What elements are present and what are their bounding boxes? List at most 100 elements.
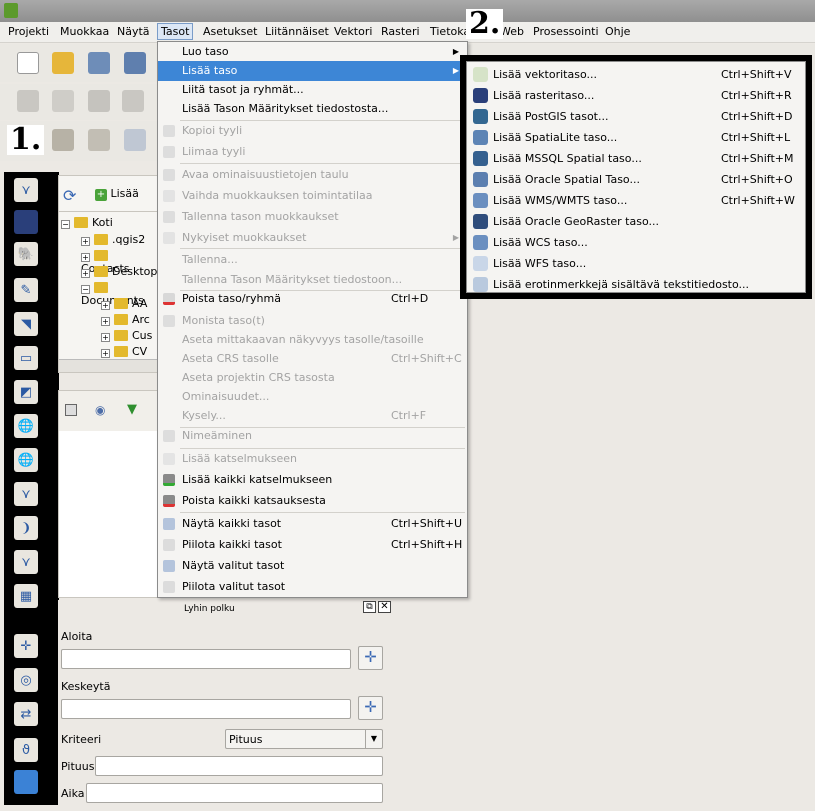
open-project-icon[interactable] xyxy=(52,52,74,74)
menu-item-lisaa-maaritykset[interactable]: Lisää Tason Määritykset tiedostosta... xyxy=(158,99,467,119)
tree-item[interactable]: + CV xyxy=(101,345,147,358)
save-as-icon[interactable] xyxy=(124,52,146,74)
layer-tools2-icon[interactable] xyxy=(88,129,110,151)
menu-item-vaihda-muokkaus[interactable]: Vaihda muokkauksen toimintatilaa xyxy=(158,186,467,206)
add-raster-layer-icon[interactable] xyxy=(14,210,38,234)
submenu-item-wms[interactable]: Lisää WMS/WMTS taso... Ctrl+Shift+W xyxy=(467,190,805,211)
filter-icon[interactable]: ▼ xyxy=(127,402,137,417)
tree-item[interactable]: + Arc xyxy=(101,313,150,326)
add-spatialite-layer-icon[interactable]: ✎ xyxy=(14,278,38,302)
add-button[interactable]: + Lisää xyxy=(95,187,139,201)
menu-item-avaa-taulu[interactable]: Avaa ominaisuustietojen taulu xyxy=(158,165,467,185)
new-shapefile-icon[interactable]: ⋎ xyxy=(14,550,38,574)
capture-point-icon[interactable]: ✛ xyxy=(14,634,38,658)
refresh-icon[interactable]: ⟳ xyxy=(63,186,76,205)
save-project-icon[interactable] xyxy=(88,52,110,74)
menu-item-lisaa-taso[interactable]: Lisää taso ▶ xyxy=(158,61,467,81)
stop-point-field[interactable] xyxy=(61,699,351,719)
add-oracle-georaster-icon[interactable]: ◩ xyxy=(14,380,38,404)
menu-item-nimeaminen[interactable]: Nimeäminen xyxy=(158,426,467,446)
save-edits-icon[interactable] xyxy=(88,90,110,112)
criterion-select[interactable]: Pituus ▼ xyxy=(225,729,383,749)
submenu-item-delimited-text[interactable]: Lisää erotinmerkkejä sisältävä tekstitie… xyxy=(467,274,805,295)
menu-item-ominaisuudet[interactable]: Ominaisuudet... xyxy=(158,387,467,407)
add-wfs-layer-icon[interactable]: ⋎ xyxy=(14,482,38,506)
menu-item-aseta-crs[interactable]: Aseta CRS tasolle Ctrl+Shift+C xyxy=(158,349,467,369)
menu-item-liita-tasot[interactable]: Liitä tasot ja ryhmät... xyxy=(158,80,467,100)
georeferencer-icon[interactable] xyxy=(14,770,38,794)
tree-item-koti[interactable]: − Koti xyxy=(61,216,113,229)
menu-item-mittakaava[interactable]: Aseta mittakaavan näkyvyys tasolle/tasoi… xyxy=(158,330,467,350)
add-group-icon[interactable]: ▦ xyxy=(14,584,38,608)
menu-item-luo-taso[interactable]: Luo taso ▶ xyxy=(158,42,467,62)
menu-item-projektin-crs[interactable]: Aseta projektin CRS tasosta xyxy=(158,368,467,388)
submenu-item-spatialite[interactable]: Lisää SpatiaLite taso... Ctrl+Shift+L xyxy=(467,127,805,148)
submenu-item-wcs[interactable]: Lisää WCS taso... xyxy=(467,232,805,253)
tree-item[interactable]: + .qgis2 xyxy=(81,233,145,246)
submenu-item-postgis[interactable]: Lisää PostGIS tasot... Ctrl+Shift+D xyxy=(467,106,805,127)
menu-item-tallenna-muokkaukset[interactable]: Tallenna tason muokkaukset xyxy=(158,207,467,227)
float-panel-icon[interactable]: ⧉ xyxy=(363,601,376,613)
pick-start-point-icon[interactable]: ✛ xyxy=(358,646,383,670)
move-feature-icon[interactable]: ⇄ xyxy=(14,702,38,726)
submenu-item-vektoritaso[interactable]: Lisää vektoritaso... Ctrl+Shift+V xyxy=(467,64,805,85)
menu-item-liimaa-tyyli[interactable]: Liimaa tyyli xyxy=(158,142,467,162)
menu-item-tallenna[interactable]: Tallenna... xyxy=(158,250,467,270)
add-wcs-layer-icon[interactable]: 🌐 xyxy=(14,448,38,472)
menu-item-lisaa-katselmukseen[interactable]: Lisää katselmukseen xyxy=(158,449,467,469)
layer-tools-icon[interactable] xyxy=(52,129,74,151)
pick-stop-point-icon[interactable]: ✛ xyxy=(358,696,383,720)
tree-item[interactable]: + AA xyxy=(101,297,147,310)
menu-item-monista-taso[interactable]: Monista taso(t) xyxy=(158,311,467,331)
menu-item-kysely[interactable]: Kysely... Ctrl+F xyxy=(158,406,467,426)
length-field[interactable] xyxy=(95,756,383,776)
add-vector-layer-icon[interactable]: ⋎ xyxy=(14,178,38,202)
start-point-field[interactable] xyxy=(61,649,351,669)
menu-item-poista-taso[interactable]: Poista taso/ryhmä Ctrl+D xyxy=(158,289,467,309)
node-tool-icon[interactable] xyxy=(122,90,144,112)
menu-ohje[interactable]: Ohje xyxy=(605,25,630,38)
menu-nayta[interactable]: Näytä xyxy=(117,25,150,38)
menu-web[interactable]: Web xyxy=(500,25,524,38)
submenu-item-rasteritaso[interactable]: Lisää rasteritaso... Ctrl+Shift+R xyxy=(467,85,805,106)
menu-muokkaa[interactable]: Muokkaa xyxy=(60,25,109,38)
menu-item-nayta-kaikki[interactable]: Näytä kaikki tasot Ctrl+Shift+U xyxy=(158,514,467,534)
menu-prosessointi[interactable]: Prosessointi xyxy=(533,25,599,38)
submenu-item-oracle-georaster[interactable]: Lisää Oracle GeoRaster taso... xyxy=(467,211,805,232)
add-postgis-layer-icon[interactable]: 🐘 xyxy=(14,242,38,266)
menu-item-piilota-kaikki[interactable]: Piilota kaikki tasot Ctrl+Shift+H xyxy=(158,535,467,555)
menu-projekti[interactable]: Projekti xyxy=(8,25,49,38)
add-oracle-spatial-layer-icon[interactable]: ▭ xyxy=(14,346,38,370)
identify-feature-icon[interactable]: ϑ xyxy=(14,738,38,762)
menu-item-tallenna-maaritykset[interactable]: Tallenna Tason Määritykset tiedostoon... xyxy=(158,270,467,290)
horizontal-scrollbar[interactable] xyxy=(59,359,159,372)
menu-vektori[interactable]: Vektori xyxy=(334,25,372,38)
add-delimited-text-icon[interactable]: ❩ xyxy=(14,516,38,540)
menu-item-poista-kaikki-katsauksesta[interactable]: Poista kaikki katsauksesta xyxy=(158,491,467,511)
vertex-tool-icon[interactable]: ◎ xyxy=(14,668,38,692)
menu-tasot[interactable]: Tasot xyxy=(157,23,194,40)
submenu-item-oracle-spatial[interactable]: Lisää Oracle Spatial Taso... Ctrl+Shift+O xyxy=(467,169,805,190)
add-mssql-layer-icon[interactable]: ◥ xyxy=(14,312,38,336)
new-project-icon[interactable] xyxy=(17,52,39,74)
menu-rasteri[interactable]: Rasteri xyxy=(381,25,420,38)
menu-item-kopioi-tyyli[interactable]: Kopioi tyyli xyxy=(158,121,467,141)
menu-asetukset[interactable]: Asetukset xyxy=(203,25,258,38)
add-feature-icon[interactable] xyxy=(124,129,146,151)
submenu-item-mssql[interactable]: Lisää MSSQL Spatial taso... Ctrl+Shift+M xyxy=(467,148,805,169)
tree-item[interactable]: + Desktop xyxy=(81,265,157,278)
eye-icon[interactable]: ◉ xyxy=(95,403,105,417)
submenu-item-wfs[interactable]: Lisää WFS taso... xyxy=(467,253,805,274)
add-wms-layer-icon[interactable]: 🌐 xyxy=(14,414,38,438)
tree-item[interactable]: + Cus xyxy=(101,329,152,342)
edit-pencil-icon[interactable] xyxy=(52,90,74,112)
menu-item-piilota-valitut[interactable]: Piilota valitut tasot xyxy=(158,577,467,597)
time-field[interactable] xyxy=(86,783,383,803)
toggle-edit-icon[interactable] xyxy=(17,90,39,112)
menu-item-nykyiset-muokkaukset[interactable]: Nykyiset muokkaukset ▶ xyxy=(158,228,467,248)
menu-liitannaiset[interactable]: Liitännäiset xyxy=(265,25,329,38)
menu-item-nayta-valitut[interactable]: Näytä valitut tasot xyxy=(158,556,467,576)
menu-item-lisaa-kaikki-katselmukseen[interactable]: Lisää kaikki katselmukseen xyxy=(158,470,467,490)
close-panel-icon[interactable]: ✕ xyxy=(378,601,391,613)
copy-icon[interactable] xyxy=(65,404,77,416)
